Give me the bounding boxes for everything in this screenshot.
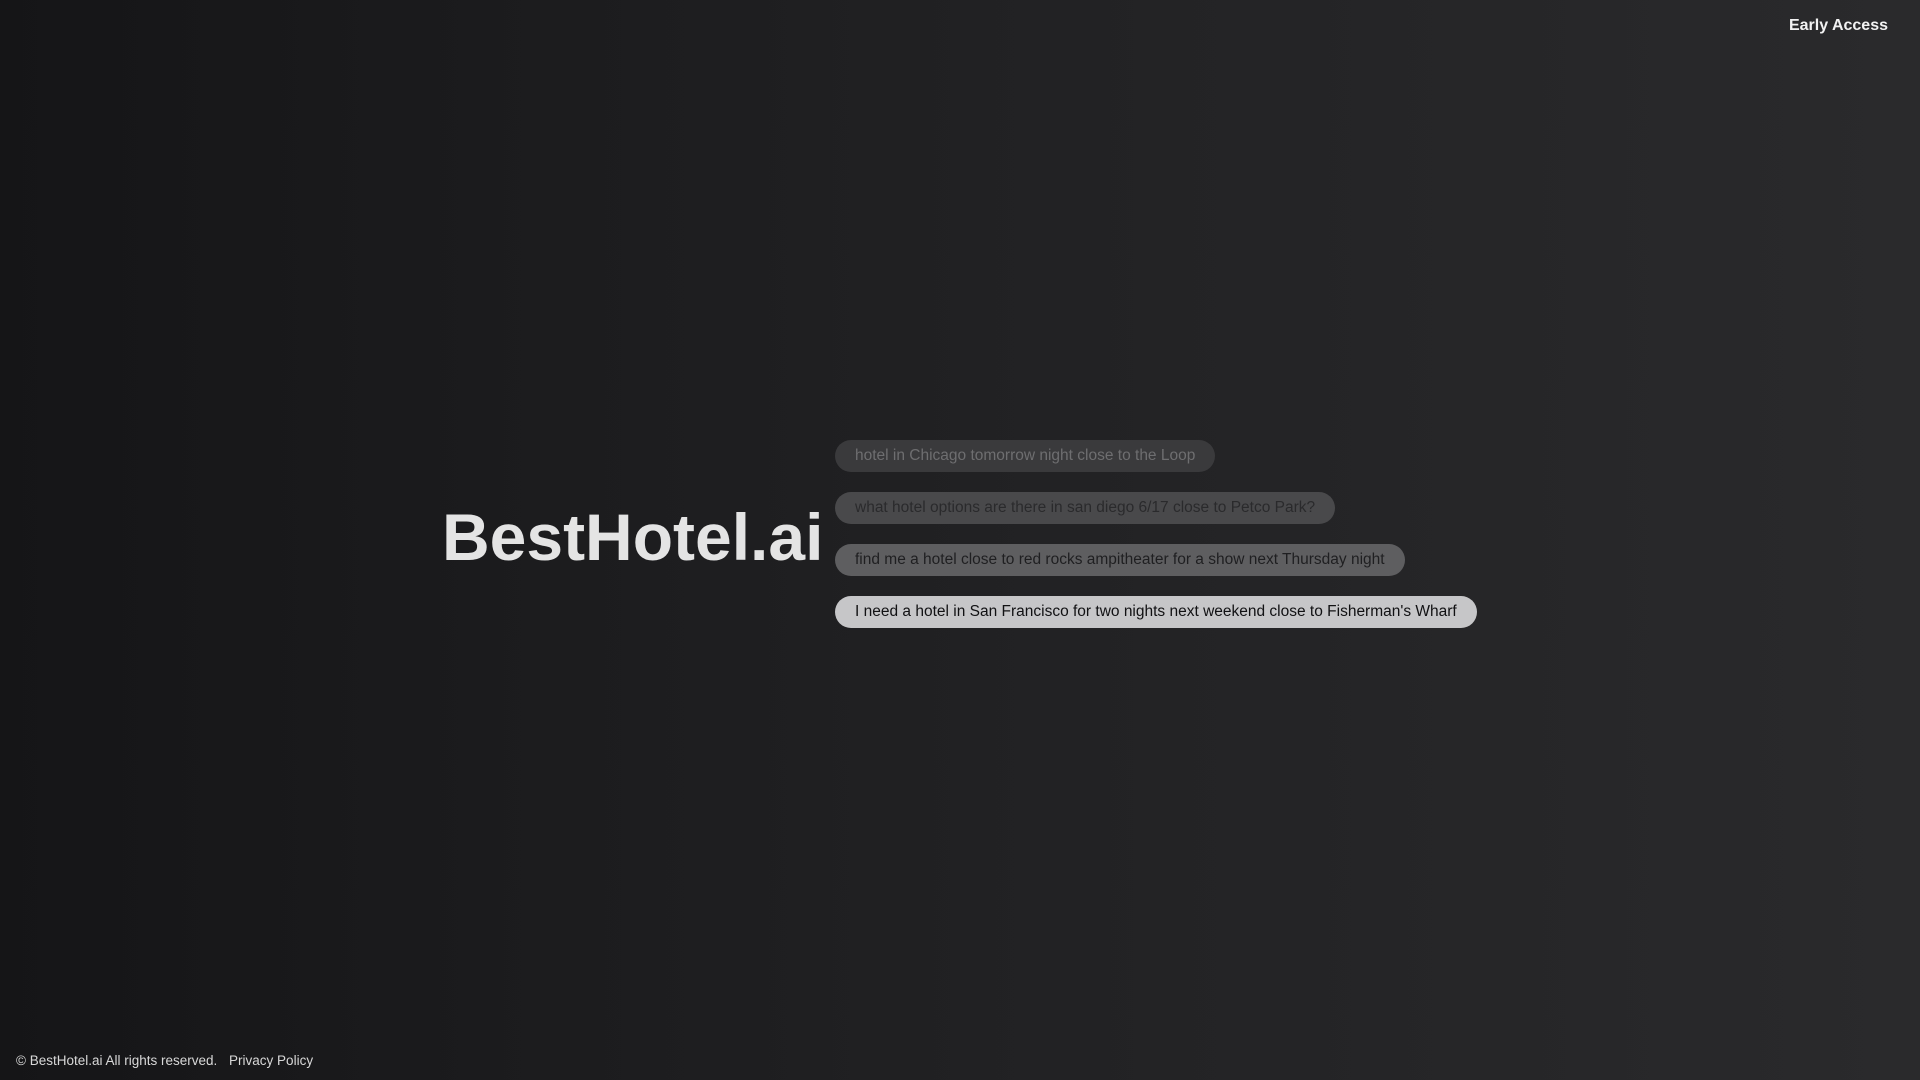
suggestion-pill-san-francisco[interactable]: I need a hotel in San Francisco for two … [835,596,1477,628]
early-access-link[interactable]: Early Access [1789,17,1888,35]
brand-title: BestHotel.ai [442,500,824,574]
footer: © BestHotel.ai All rights reserved. Priv… [16,1053,313,1068]
suggestion-pill-san-diego[interactable]: what hotel options are there in san dieg… [835,492,1336,524]
footer-copyright: © BestHotel.ai All rights reserved. [16,1053,218,1068]
suggestion-list: hotel in Chicago tomorrow night close to… [835,440,1477,628]
suggestion-pill-chicago[interactable]: hotel in Chicago tomorrow night close to… [835,440,1216,472]
suggestion-pill-red-rocks[interactable]: find me a hotel close to red rocks ampit… [835,544,1405,576]
privacy-policy-link[interactable]: Privacy Policy [229,1053,313,1068]
top-bar: Early Access [0,0,1920,54]
